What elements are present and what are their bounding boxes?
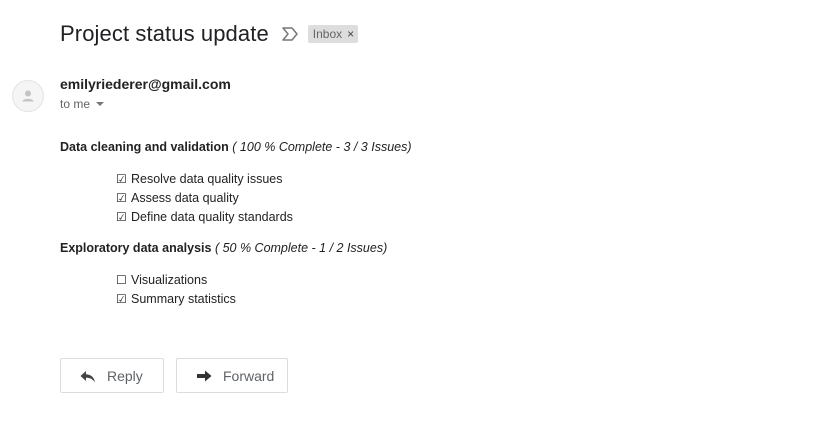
reply-button[interactable]: Reply <box>60 358 164 393</box>
checked-box-icon: ☑ <box>116 292 127 306</box>
reply-arrow-icon <box>79 367 97 385</box>
recipient-details-toggle[interactable]: to me <box>60 97 105 111</box>
forward-arrow-icon <box>195 367 213 385</box>
task-item: ☑ Summary statistics <box>116 290 760 309</box>
reply-label: Reply <box>107 367 143 384</box>
sender-avatar[interactable] <box>12 80 44 112</box>
section-title: Data cleaning and validation <box>60 140 229 154</box>
sender-email[interactable]: emilyriederer@gmail.com <box>60 76 231 92</box>
task-list: ☑ Resolve data quality issues ☑ Assess d… <box>60 170 760 227</box>
message-body: Data cleaning and validation ( 100 % Com… <box>60 138 760 309</box>
remove-label-icon[interactable]: × <box>347 28 354 40</box>
task-label: Define data quality standards <box>131 210 293 224</box>
forward-button[interactable]: Forward <box>176 358 288 393</box>
subject-row: Project status update Inbox × <box>60 19 359 49</box>
caret-down-icon <box>96 102 105 106</box>
person-icon <box>22 90 34 102</box>
task-item: ☑ Define data quality standards <box>116 208 760 227</box>
task-label: Assess data quality <box>131 191 239 205</box>
status-section: Exploratory data analysis ( 50 % Complet… <box>60 239 760 309</box>
checked-box-icon: ☑ <box>116 210 127 224</box>
task-label: Summary statistics <box>131 292 236 306</box>
label-text: Inbox <box>312 27 343 41</box>
section-header: Data cleaning and validation ( 100 % Com… <box>60 138 760 156</box>
section-progress: ( 100 % Complete - 3 / 3 Issues) <box>232 140 412 154</box>
section-title: Exploratory data analysis <box>60 241 212 255</box>
email-subject: Project status update <box>60 21 269 46</box>
section-progress: ( 50 % Complete - 1 / 2 Issues) <box>214 241 388 255</box>
message-actions: Reply Forward <box>60 358 300 393</box>
section-header: Exploratory data analysis ( 50 % Complet… <box>60 239 760 257</box>
checked-box-icon: ☑ <box>116 191 127 205</box>
task-label: Resolve data quality issues <box>131 172 283 186</box>
checked-box-icon: ☑ <box>116 172 127 186</box>
status-section: Data cleaning and validation ( 100 % Com… <box>60 138 760 227</box>
recipient-label: to me <box>60 97 91 111</box>
task-item: ☐ Visualizations <box>116 271 760 290</box>
unchecked-box-icon: ☐ <box>116 273 127 287</box>
task-label: Visualizations <box>131 273 208 287</box>
important-marker-icon[interactable] <box>281 26 299 42</box>
forward-label: Forward <box>223 367 275 384</box>
inbox-label-chip: Inbox × <box>307 25 359 43</box>
task-item: ☑ Assess data quality <box>116 189 760 208</box>
task-item: ☑ Resolve data quality issues <box>116 170 760 189</box>
task-list: ☐ Visualizations ☑ Summary statistics <box>60 271 760 309</box>
